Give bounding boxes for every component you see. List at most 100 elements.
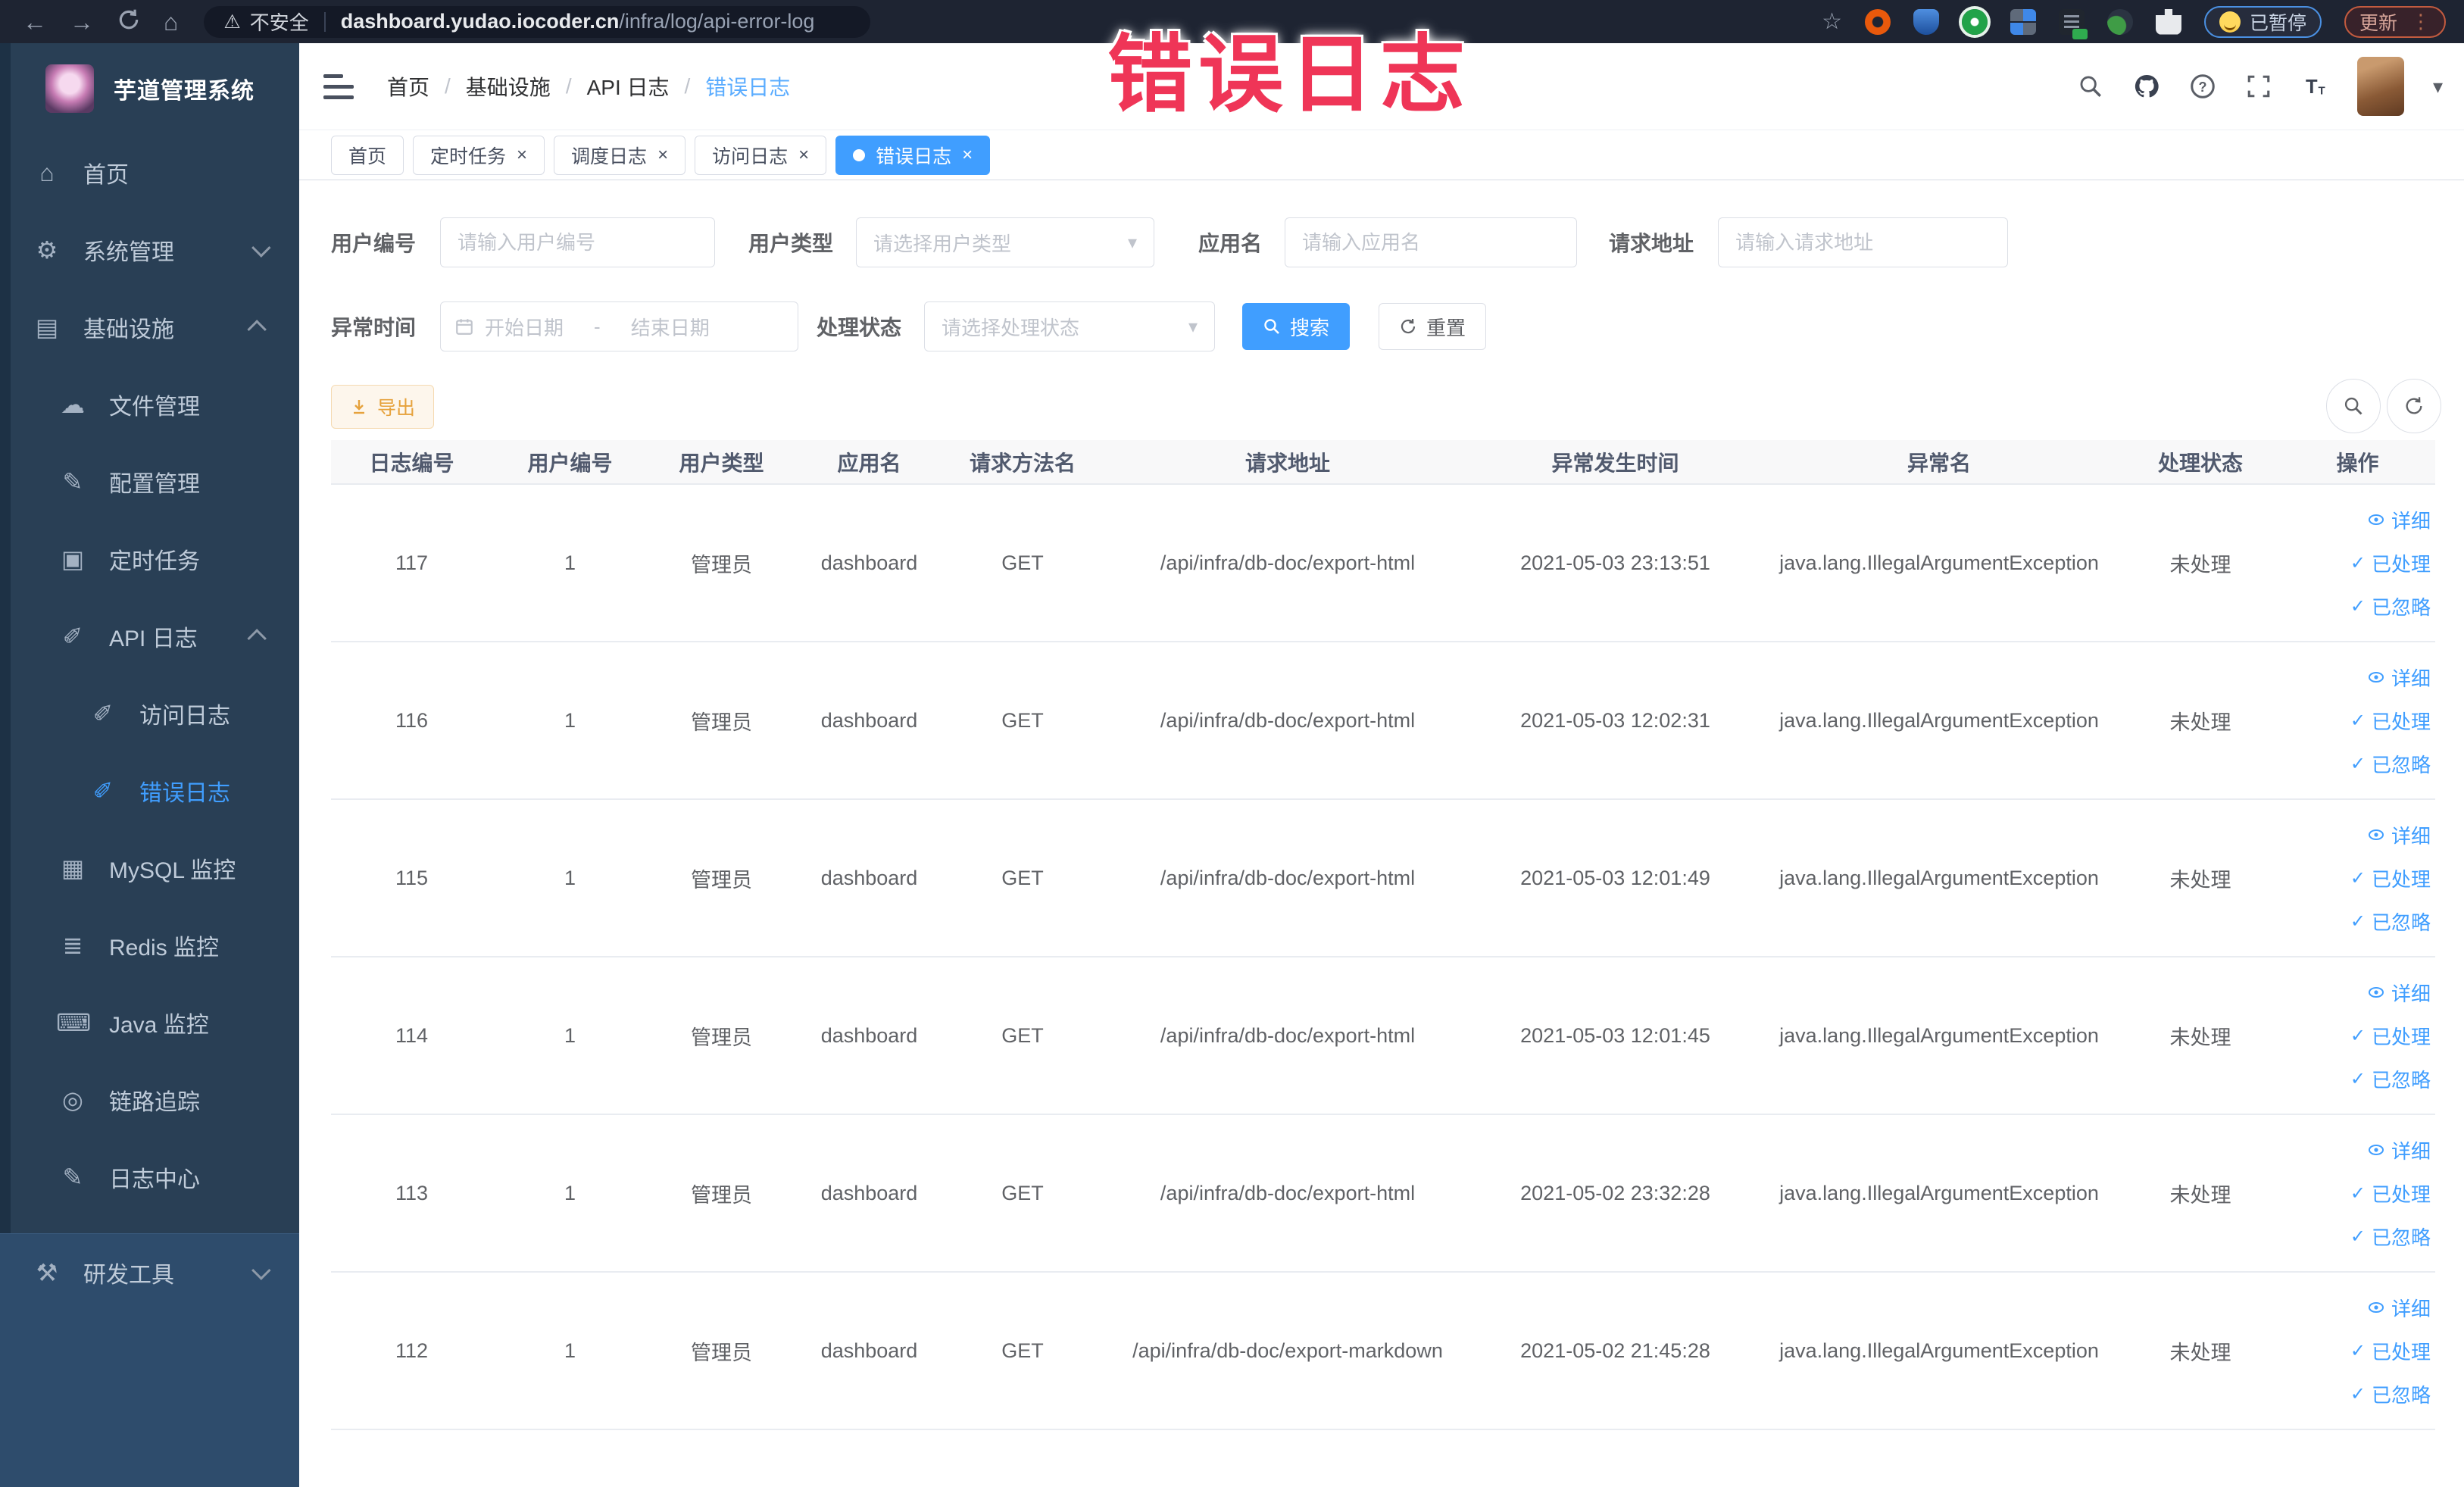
breadcrumb-item[interactable]: API 日志	[587, 71, 670, 102]
export-button[interactable]: 导出	[331, 385, 435, 429]
detail-link[interactable]: 详细	[2367, 821, 2431, 849]
refresh-table-button[interactable]	[2387, 379, 2441, 433]
mark-ignored-link[interactable]: ✓ 已忽略	[2350, 1065, 2431, 1093]
avatar-caret-icon[interactable]: ▾	[2433, 75, 2443, 98]
mark-processed-link[interactable]: ✓ 已处理	[2350, 1022, 2431, 1050]
user-avatar[interactable]	[2356, 57, 2404, 116]
tab-scheduled-tasks[interactable]: 定时任务 ×	[413, 135, 545, 175]
request-url-input[interactable]	[1718, 217, 2009, 267]
tab-access-log[interactable]: 访问日志 ×	[695, 135, 827, 175]
shield-extension-icon[interactable]	[1913, 8, 1939, 35]
tab-schedule-log[interactable]: 调度日志 ×	[554, 135, 686, 175]
sidebar-item-api-log[interactable]: ✐ API 日志	[0, 598, 299, 675]
sidebar-item-system-admin[interactable]: ⚙ 系统管理	[0, 211, 299, 289]
sidebar-item-config-management[interactable]: ✎ 配置管理	[0, 443, 299, 520]
github-icon[interactable]	[2133, 73, 2160, 100]
kebab-menu-icon[interactable]: ⋮	[2411, 10, 2431, 33]
orange-extension-icon[interactable]	[1864, 8, 1891, 35]
mark-processed-link[interactable]: ✓ 已处理	[2350, 864, 2431, 892]
close-icon[interactable]: ×	[798, 145, 809, 164]
close-icon[interactable]: ×	[962, 145, 973, 164]
dev-tools-icon: ⚒	[36, 1259, 58, 1286]
filter-row-1: 用户编号 用户类型 请选择用户类型 ▾ 应用名 请求地址	[299, 217, 2009, 267]
breadcrumb-item[interactable]: 基础设施	[466, 71, 551, 102]
not-secure-label[interactable]: 不安全	[250, 8, 309, 36]
cell-request-url: /api/infra/db-doc/export-html	[1102, 799, 1473, 957]
sidebar-item-java-monitor[interactable]: ⌨ Java 监控	[0, 984, 299, 1061]
column-header: 日志编号	[331, 440, 492, 485]
mark-processed-link[interactable]: ✓ 已处理	[2350, 1337, 2431, 1365]
user-type-select[interactable]: 请选择用户类型 ▾	[856, 217, 1155, 267]
paused-extension-badge[interactable]: 已暂停	[2203, 5, 2322, 38]
close-icon[interactable]: ×	[517, 145, 527, 164]
sidebar-item-log-center[interactable]: ✎ 日志中心	[0, 1139, 299, 1216]
search-icon[interactable]	[2077, 73, 2104, 100]
mark-ignored-link[interactable]: ✓ 已忽略	[2350, 1223, 2431, 1251]
update-browser-badge[interactable]: 更新 ⋮	[2344, 5, 2446, 38]
reset-button[interactable]: 重置	[1379, 303, 1487, 350]
sidebar-item-scheduled-tasks[interactable]: ▣ 定时任务	[0, 520, 299, 598]
toggle-search-button[interactable]	[2326, 379, 2381, 433]
puzzle-extension-icon[interactable]	[2155, 8, 2181, 35]
sidebar-item-dev-tools[interactable]: ⚒ 研发工具	[0, 1234, 299, 1311]
mark-processed-link[interactable]: ✓ 已处理	[2350, 707, 2431, 735]
cell-request-method: GET	[943, 799, 1102, 957]
home-icon[interactable]: ⌂	[164, 10, 178, 34]
detail-link[interactable]: 详细	[2367, 506, 2431, 534]
address-bar[interactable]: ⚠ 不安全 dashboard.yudao.iocoder.cn /infra/…	[204, 5, 871, 38]
app-logo-row[interactable]: 芋道管理系统	[0, 43, 299, 134]
forward-icon[interactable]: →	[70, 10, 94, 34]
mark-ignored-link[interactable]: ✓ 已忽略	[2350, 592, 2431, 620]
switch-extension-icon[interactable]	[2058, 8, 2088, 39]
user-id-input[interactable]	[440, 217, 716, 267]
column-header: 处理状态	[2121, 440, 2280, 485]
process-status-select[interactable]: 请选择处理状态 ▾	[924, 301, 1216, 351]
date-separator: -	[594, 314, 601, 338]
font-size-icon[interactable]: TT	[2301, 73, 2328, 100]
back-icon[interactable]: ←	[23, 10, 47, 34]
sidebar-item-home[interactable]: ⌂ 首页	[0, 134, 299, 211]
green-extension-icon[interactable]	[1961, 8, 1988, 35]
sprout-extension-icon[interactable]	[2106, 8, 2133, 35]
grid-extension-icon[interactable]	[2010, 8, 2036, 35]
cell-exception-time: 2021-05-03 12:01:49	[1473, 799, 1757, 957]
sidebar-item-mysql-monitor[interactable]: ▦ MySQL 监控	[0, 829, 299, 907]
breadcrumb-item[interactable]: 首页	[387, 71, 429, 102]
mark-ignored-link[interactable]: ✓ 已忽略	[2350, 750, 2431, 778]
sidebar-item-redis-monitor[interactable]: ≣ Redis 监控	[0, 907, 299, 984]
eye-icon	[2368, 672, 2384, 683]
cell-actions: 详细 ✓ 已处理 ✓ 已忽略	[2280, 957, 2435, 1115]
app-name-input[interactable]	[1285, 217, 1578, 267]
tab-error-log[interactable]: 错误日志 ×	[835, 135, 991, 175]
bookmark-star-icon[interactable]: ☆	[1822, 8, 1842, 35]
sidebar-item-infrastructure[interactable]: ▤ 基础设施	[0, 289, 299, 366]
log-center-icon: ✎	[62, 1164, 83, 1191]
close-icon[interactable]: ×	[657, 145, 668, 164]
detail-link[interactable]: 详细	[2367, 1294, 2431, 1322]
column-header: 用户类型	[648, 440, 795, 485]
detail-link[interactable]: 详细	[2367, 979, 2431, 1007]
detail-link[interactable]: 详细	[2367, 664, 2431, 692]
breadcrumb-item: 错误日志	[705, 76, 791, 99]
fullscreen-icon[interactable]	[2245, 73, 2272, 100]
search-button[interactable]: 搜索	[1242, 303, 1351, 350]
sidebar-item-label: 基础设施	[83, 317, 174, 342]
tab-home[interactable]: 首页	[331, 135, 404, 175]
sidebar-item-error-log[interactable]: ✐ 错误日志	[0, 752, 299, 829]
help-icon[interactable]: ?	[2189, 73, 2216, 100]
exception-time-range-picker[interactable]: 开始日期 - 结束日期	[440, 301, 799, 351]
reload-icon[interactable]	[117, 8, 141, 36]
tags-view-bar: 首页 定时任务 × 调度日志 × 访问日志 × 错误日志 ×	[299, 130, 2464, 180]
sidebar-item-trace[interactable]: ◎ 链路追踪	[0, 1061, 299, 1139]
collapse-sidebar-icon[interactable]	[323, 73, 354, 99]
mark-processed-link[interactable]: ✓ 已处理	[2350, 549, 2431, 577]
sidebar-item-label: Redis 监控	[109, 936, 220, 961]
sidebar-item-access-log[interactable]: ✐ 访问日志	[0, 675, 299, 752]
tab-label: 定时任务	[430, 145, 507, 167]
mark-processed-link[interactable]: ✓ 已处理	[2350, 1179, 2431, 1207]
sidebar-item-file-management[interactable]: ☁ 文件管理	[0, 366, 299, 443]
mark-ignored-link[interactable]: ✓ 已忽略	[2350, 1380, 2431, 1408]
mark-ignored-link[interactable]: ✓ 已忽略	[2350, 908, 2431, 936]
sidebar-item-label: 文件管理	[109, 395, 200, 420]
detail-link[interactable]: 详细	[2367, 1136, 2431, 1164]
